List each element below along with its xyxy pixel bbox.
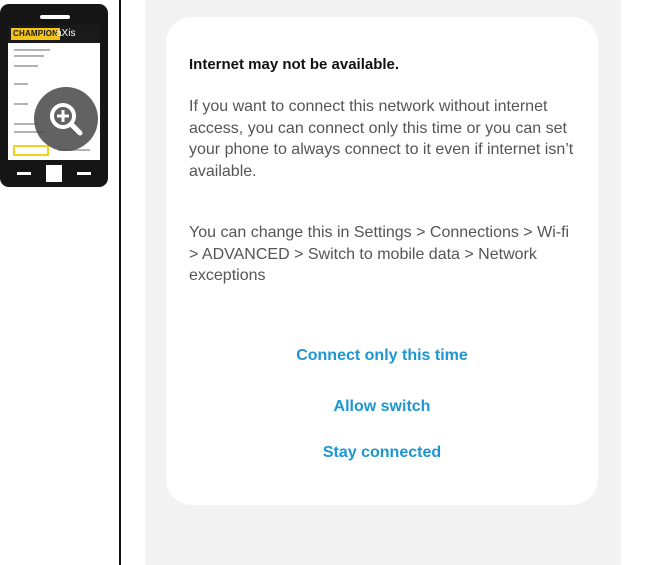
mini-text-line: [14, 49, 50, 51]
internet-warning-dialog: Internet may not be available. If you wa…: [166, 17, 598, 505]
zoom-in-icon: [50, 103, 83, 136]
mini-text-line: [14, 83, 28, 85]
vertical-divider: [119, 0, 121, 565]
mini-text-line: [14, 55, 44, 57]
phone-buttons: [0, 164, 108, 184]
mini-text-line: [14, 103, 28, 105]
dialog-settings-hint: You can change this in Settings > Connec…: [189, 224, 570, 284]
menu-key: [77, 172, 91, 175]
mini-text-line: [14, 65, 38, 67]
phone-speaker: [40, 15, 70, 19]
champion-logo: CHAMPION: [11, 28, 61, 40]
home-key: [46, 165, 62, 182]
connect-only-this-time-button[interactable]: Connect only this time: [166, 346, 598, 366]
stay-connected-button[interactable]: Stay connected: [166, 443, 598, 463]
mini-input-box: [13, 145, 49, 156]
zoom-overlay: [34, 87, 98, 151]
phone-illustration: CHAMPION aXis: [0, 4, 108, 187]
brand-bar: CHAMPION aXis: [8, 25, 100, 43]
dialog-message: If you want to connect this network with…: [189, 98, 574, 180]
dialog-title: Internet may not be available.: [189, 56, 400, 73]
allow-switch-button[interactable]: Allow switch: [166, 397, 598, 417]
phone-screen: CHAMPION aXis: [8, 25, 100, 160]
axis-logo: aXis: [56, 28, 76, 39]
back-key: [17, 172, 31, 175]
